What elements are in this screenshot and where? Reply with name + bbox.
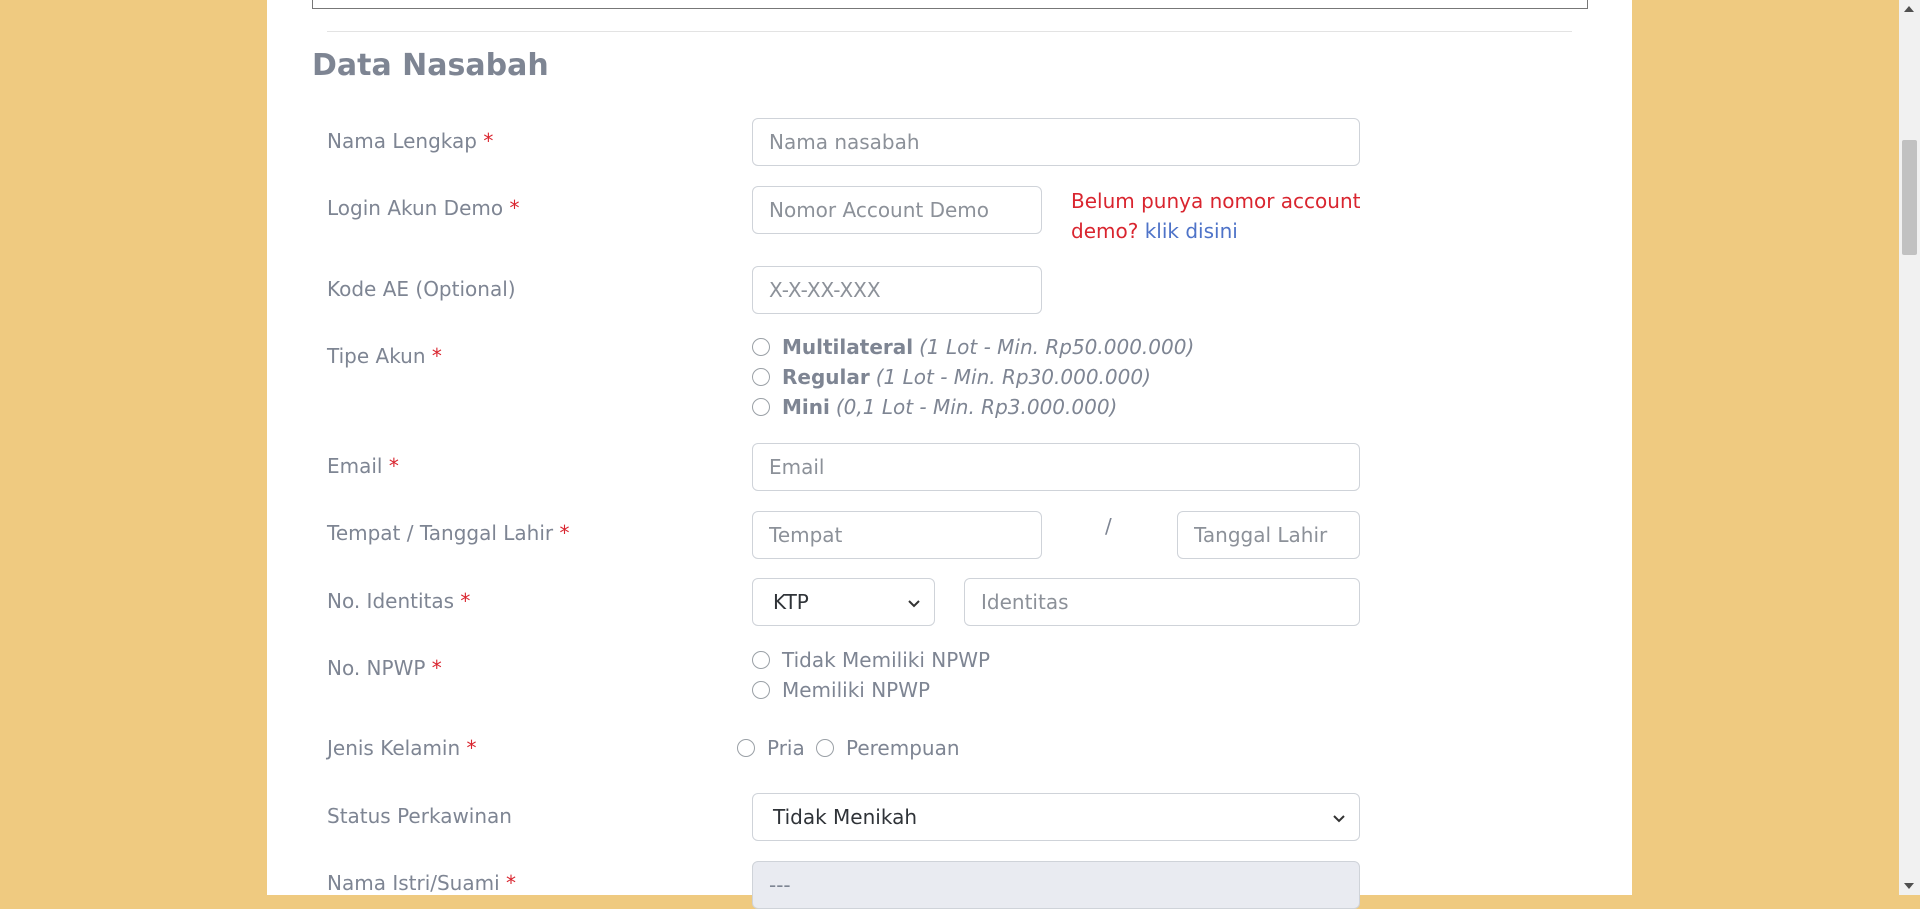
nama-lengkap-label-text: Nama Lengkap	[327, 129, 477, 153]
jenis-kelamin-label: Jenis Kelamin *	[327, 736, 477, 760]
tipe-akun-option-regular[interactable]: Regular (1 Lot - Min. Rp30.000.000)	[752, 365, 1151, 389]
jenis-kelamin-label-text: Jenis Kelamin	[327, 736, 461, 760]
tipe-akun-option-name: Regular	[782, 365, 870, 389]
required-mark: *	[483, 129, 494, 153]
email-label: Email *	[327, 454, 399, 478]
status-perkawinan-value: Tidak Menikah	[773, 805, 918, 829]
kode-ae-input[interactable]	[752, 266, 1042, 314]
demo-account-link[interactable]: klik disini	[1145, 219, 1238, 243]
nama-pasangan-input: ---	[752, 861, 1360, 909]
scroll-up-arrow-icon[interactable]	[1904, 6, 1914, 12]
divider	[327, 31, 1572, 32]
tipe-akun-label-text: Tipe Akun	[327, 344, 426, 368]
login-akun-demo-label: Login Akun Demo *	[327, 196, 519, 220]
radio-button[interactable]	[752, 338, 770, 356]
required-mark: *	[466, 736, 477, 760]
login-akun-demo-input[interactable]	[752, 186, 1042, 234]
status-perkawinan-select[interactable]: Tidak Menikah	[752, 793, 1360, 841]
radio-button[interactable]	[752, 368, 770, 386]
radio-button[interactable]	[752, 651, 770, 669]
kode-ae-label: Kode AE (Optional)	[327, 277, 516, 301]
identitas-type-select[interactable]: KTP	[752, 578, 935, 626]
required-mark: *	[506, 871, 517, 895]
chevron-down-icon	[1333, 815, 1345, 823]
required-mark: *	[460, 589, 471, 613]
status-perkawinan-label-text: Status Perkawinan	[327, 804, 512, 828]
tempat-tanggal-lahir-label: Tempat / Tanggal Lahir *	[327, 521, 569, 545]
nama-lengkap-label: Nama Lengkap *	[327, 129, 493, 153]
date-separator: /	[1105, 514, 1112, 538]
radio-button[interactable]	[737, 739, 755, 757]
required-mark: *	[509, 196, 520, 220]
tipe-akun-option-detail: (0,1 Lot - Min. Rp3.000.000)	[835, 395, 1118, 419]
required-mark: *	[431, 344, 442, 368]
required-mark: *	[431, 656, 442, 680]
no-identitas-label-text: No. Identitas	[327, 589, 455, 613]
radio-button[interactable]	[752, 681, 770, 699]
tempat-tanggal-lahir-label-text: Tempat / Tanggal Lahir	[327, 521, 554, 545]
radio-button[interactable]	[816, 739, 834, 757]
npwp-option-memiliki[interactable]: Memiliki NPWP	[752, 678, 930, 702]
gender-option-label: Pria	[767, 736, 805, 760]
identitas-input[interactable]	[964, 578, 1360, 626]
npwp-option-tidak-memiliki[interactable]: Tidak Memiliki NPWP	[752, 648, 990, 672]
nama-pasangan-value: ---	[769, 873, 791, 897]
tipe-akun-option-mini[interactable]: Mini (0,1 Lot - Min. Rp3.000.000)	[752, 395, 1117, 419]
no-npwp-label-text: No. NPWP	[327, 656, 426, 680]
tipe-akun-option-name: Mini	[782, 395, 830, 419]
tempat-lahir-input[interactable]	[752, 511, 1042, 559]
demo-account-note: Belum punya nomor account demo? klik dis…	[1071, 186, 1361, 246]
login-akun-demo-label-text: Login Akun Demo	[327, 196, 504, 220]
no-identitas-label: No. Identitas *	[327, 589, 470, 613]
form-panel: Data Nasabah Nama Lengkap * Login Akun D…	[267, 0, 1632, 909]
email-label-text: Email	[327, 454, 383, 478]
kode-ae-label-text: Kode AE (Optional)	[327, 277, 516, 301]
tipe-akun-option-detail: (1 Lot - Min. Rp30.000.000)	[875, 365, 1151, 389]
nama-pasangan-label-text: Nama Istri/Suami	[327, 871, 500, 895]
status-perkawinan-label: Status Perkawinan	[327, 804, 512, 828]
nama-lengkap-input[interactable]	[752, 118, 1360, 166]
gender-option-pria[interactable]: Pria	[737, 736, 805, 760]
tipe-akun-option-multilateral[interactable]: Multilateral (1 Lot - Min. Rp50.000.000)	[752, 335, 1194, 359]
required-mark: *	[559, 521, 570, 545]
tanggal-lahir-input[interactable]	[1177, 511, 1360, 559]
no-npwp-label: No. NPWP *	[327, 656, 442, 680]
radio-button[interactable]	[752, 398, 770, 416]
required-mark: *	[388, 454, 399, 478]
previous-section-box	[312, 0, 1588, 9]
gender-option-perempuan[interactable]: Perempuan	[816, 736, 960, 760]
tipe-akun-label: Tipe Akun *	[327, 344, 442, 368]
section-title: Data Nasabah	[312, 48, 549, 83]
gender-option-label: Perempuan	[846, 736, 960, 760]
scroll-thumb[interactable]	[1902, 140, 1917, 255]
tipe-akun-option-detail: (1 Lot - Min. Rp50.000.000)	[919, 335, 1195, 359]
scroll-down-arrow-icon[interactable]	[1904, 883, 1914, 889]
npwp-option-label: Memiliki NPWP	[782, 678, 931, 702]
identitas-type-value: KTP	[773, 590, 809, 614]
nama-pasangan-label: Nama Istri/Suami *	[327, 871, 516, 895]
chevron-down-icon	[908, 600, 920, 608]
page-scrollbar[interactable]	[1899, 0, 1920, 895]
npwp-option-label: Tidak Memiliki NPWP	[782, 648, 991, 672]
tipe-akun-option-name: Multilateral	[782, 335, 914, 359]
email-input[interactable]	[752, 443, 1360, 491]
